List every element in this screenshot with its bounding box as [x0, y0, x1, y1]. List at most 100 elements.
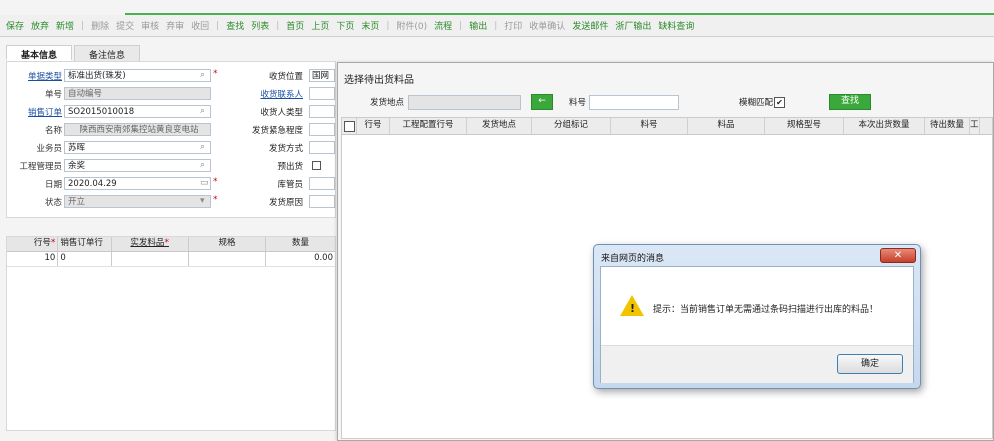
field-input[interactable] — [309, 87, 335, 100]
header-form: 单据类型 标准出货(珠发) ⌕ * 单号 自动编号 销售订单 SO2015010018 ⌕ 名称陕… — [6, 61, 336, 218]
field-input[interactable] — [309, 195, 335, 208]
cell-spec[interactable] — [189, 252, 267, 266]
select-all-checkbox[interactable] — [342, 118, 357, 134]
dialog-col-header[interactable]: 工程配置行号 — [390, 118, 467, 134]
field-label: 状态 — [44, 198, 62, 208]
field-input[interactable] — [309, 123, 335, 136]
fuzzy-match-checkbox[interactable]: ✔ — [774, 96, 786, 108]
field-label: 收货位置 — [268, 72, 303, 82]
field-label: 工程管理员 — [19, 162, 62, 172]
field-input[interactable]: 2020.04.29 — [64, 177, 211, 190]
field-input: 陕西西安南郊集控站黄良变电站 — [64, 123, 211, 136]
field-label[interactable]: 收货联系人 — [245, 88, 303, 100]
cell-qty[interactable]: 0.00 — [266, 252, 335, 266]
dialog-col-header[interactable]: 行号 — [357, 118, 390, 134]
location-input[interactable] — [408, 94, 521, 110]
field-label: 业务员 — [36, 144, 62, 154]
dialog-col-header[interactable]: 规格型号 — [765, 118, 844, 134]
col-line-no: 行号* — [7, 237, 59, 251]
field-label[interactable]: 单据类型 — [7, 70, 62, 82]
dialog-col-header[interactable]: 料号 — [611, 118, 688, 134]
toolbar-separator: | — [81, 20, 85, 31]
field-input[interactable]: 标准出货(珠发) — [64, 69, 211, 82]
dialog-col-header[interactable]: 料品 — [688, 118, 765, 134]
toolbar-button-12[interactable]: 下页 — [336, 19, 354, 32]
toolbar-button-15[interactable]: 流程 — [434, 19, 452, 32]
dialog-col-header[interactable]: 本次出货数量 — [844, 118, 925, 134]
candidate-grid-header: 行号 工程配置行号 发货地点 分组标记 料号 料品 规格型号 本次出货数量 待出数量工 — [342, 118, 992, 135]
field-input[interactable] — [309, 105, 335, 118]
toolbar-separator: | — [216, 20, 220, 31]
required-marker: * — [213, 177, 218, 187]
toolbar-separator: | — [276, 20, 280, 31]
tab-basic-info[interactable]: 基本信息 — [6, 45, 73, 61]
item-no-input[interactable] — [589, 94, 679, 110]
cell-item[interactable] — [112, 252, 189, 266]
dialog-col-header[interactable]: 工 — [970, 118, 980, 134]
dropdown-icon[interactable]: ▾ — [200, 196, 205, 206]
col-item[interactable]: 实发料品* — [112, 237, 189, 251]
dialog-title: 选择待出货料品 — [344, 75, 414, 86]
cell-line-no[interactable]: 10 — [7, 252, 59, 266]
field-label: 发货方式 — [268, 144, 303, 154]
toolbar-button-2[interactable]: 新增 — [56, 19, 74, 32]
table-row[interactable]: 10 0 0.00 — [7, 252, 335, 267]
calendar-icon[interactable]: ▭ — [200, 178, 209, 188]
field-input[interactable]: 余奖 — [64, 159, 211, 172]
dialog-col-header[interactable]: 发货地点 — [467, 118, 532, 134]
field-input[interactable]: 国网陕 — [309, 69, 335, 82]
toolbar-button-19[interactable]: 发送邮件 — [572, 19, 608, 32]
close-icon[interactable]: ✕ — [880, 248, 916, 263]
toolbar-button-17[interactable]: 打印 — [504, 19, 522, 32]
toolbar-button-20[interactable]: 浙厂输出 — [615, 19, 651, 32]
message-dialog: 来自网页的消息 ✕ ! 提示：当前销售订单无需通过条码扫描进行出库的料品！ 确定 — [593, 244, 921, 389]
tab-remarks[interactable]: 备注信息 — [74, 45, 141, 61]
dialog-col-header[interactable]: 分组标记 — [532, 118, 611, 134]
field-input[interactable]: 苏晖 — [64, 141, 211, 154]
toolbar: 保存 放弃 新增 | 删除 提交 审核 弃审 收回 | 查找 列表 | 首页 上页 下页 末页 | 附件(0) 流程 |… — [0, 15, 994, 37]
toolbar-button-18[interactable]: 收单确认 — [529, 19, 565, 32]
message-title: 来自网页的消息 — [601, 254, 665, 264]
field-label: 发货原因 — [268, 198, 303, 208]
message-footer: 确定 — [601, 345, 913, 383]
search-button[interactable]: 查找 — [829, 94, 872, 110]
field-label: 库管员 — [277, 180, 303, 190]
cell-so-line[interactable]: 0 — [58, 252, 112, 266]
toolbar-button-9[interactable]: 列表 — [251, 19, 269, 32]
toolbar-button-0[interactable]: 保存 — [6, 19, 24, 32]
search-icon[interactable]: ⌕ — [200, 70, 205, 80]
toolbar-button-5[interactable]: 审核 — [141, 19, 159, 32]
toolbar-button-8[interactable]: 查找 — [226, 19, 244, 32]
field-input[interactable]: SO2015010018 — [64, 105, 211, 118]
toolbar-button-6[interactable]: 弃审 — [166, 19, 184, 32]
toolbar-button-10[interactable]: 首页 — [286, 19, 304, 32]
toolbar-button-14[interactable]: 附件(0) — [396, 19, 427, 32]
toolbar-button-16[interactable]: 输出 — [469, 19, 487, 32]
field-input: 自动编号 — [64, 87, 211, 100]
dialog-filter-bar: 发货地点 ← 料号 模糊匹配 ✔ 查找 — [338, 90, 993, 114]
field-label: 名称 — [44, 126, 62, 136]
required-marker: * — [213, 195, 218, 205]
field-label: 发货紧急程度 — [251, 126, 303, 136]
pre-shipment-checkbox[interactable] — [312, 161, 321, 170]
fuzzy-match-label: 模糊匹配 — [739, 98, 774, 108]
field-label: 单号 — [44, 90, 62, 100]
tab-bar: 基本信息 备注信息 — [6, 45, 142, 61]
toolbar-button-1[interactable]: 放弃 — [31, 19, 49, 32]
toolbar-button-4[interactable]: 提交 — [116, 19, 134, 32]
dialog-col-header[interactable]: 待出数量 — [925, 118, 970, 134]
left-arrow-button[interactable]: ← — [531, 94, 553, 110]
toolbar-button-13[interactable]: 末页 — [361, 19, 379, 32]
search-icon[interactable]: ⌕ — [200, 106, 205, 116]
field-input[interactable] — [309, 177, 335, 190]
toolbar-button-7[interactable]: 收回 — [191, 19, 209, 32]
field-label[interactable]: 销售订单 — [7, 106, 62, 118]
toolbar-separator: | — [494, 20, 498, 31]
search-icon[interactable]: ⌕ — [200, 160, 205, 170]
toolbar-button-11[interactable]: 上页 — [311, 19, 329, 32]
toolbar-button-21[interactable]: 缺料查询 — [658, 19, 694, 32]
toolbar-button-3[interactable]: 删除 — [91, 19, 109, 32]
search-icon[interactable]: ⌕ — [200, 142, 205, 152]
ok-button[interactable]: 确定 — [837, 354, 903, 374]
field-input[interactable] — [309, 141, 335, 154]
